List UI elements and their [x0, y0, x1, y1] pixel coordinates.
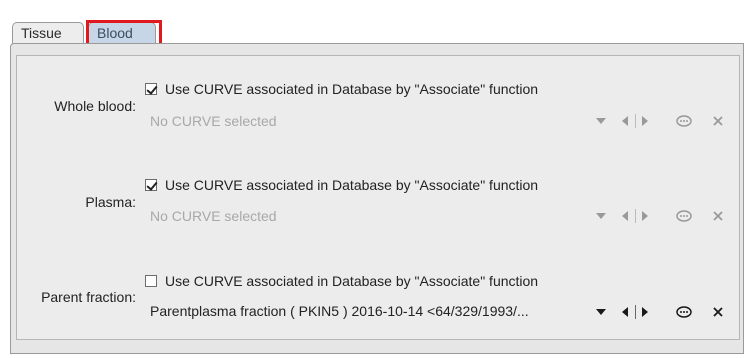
- whole-blood-associate-checkbox-row[interactable]: Use CURVE associated in Database by "Ass…: [145, 80, 538, 98]
- tab-tissue[interactable]: Tissue: [12, 22, 84, 44]
- next-icon[interactable]: [640, 303, 650, 321]
- whole-blood-curve-value: No CURVE selected: [150, 113, 277, 129]
- clear-icon[interactable]: [712, 112, 724, 130]
- whole-blood-checkbox[interactable]: [145, 83, 157, 95]
- whole-blood-label: Whole blood:: [54, 98, 136, 114]
- details-icon[interactable]: [676, 112, 692, 130]
- plasma-checkbox[interactable]: [145, 179, 157, 191]
- tab-tissue-label: Tissue: [21, 25, 62, 41]
- parent-fraction-checkbox-label: Use CURVE associated in Database by "Ass…: [165, 273, 539, 289]
- clear-icon[interactable]: [712, 303, 724, 321]
- dropdown-icon[interactable]: [594, 112, 608, 130]
- plasma-associate-checkbox-row[interactable]: Use CURVE associated in Database by "Ass…: [145, 176, 538, 194]
- dropdown-icon[interactable]: [594, 207, 608, 225]
- next-icon[interactable]: [640, 207, 650, 225]
- previous-icon[interactable]: [620, 303, 630, 321]
- nav-separator: [635, 305, 636, 319]
- next-icon[interactable]: [640, 112, 650, 130]
- nav-separator: [635, 209, 636, 223]
- plasma-curve-value: No CURVE selected: [150, 208, 277, 224]
- nav-separator: [635, 114, 636, 128]
- parent-fraction-associate-checkbox-row[interactable]: Use CURVE associated in Database by "Ass…: [145, 272, 538, 290]
- tab-blood[interactable]: Blood: [88, 22, 156, 44]
- previous-icon[interactable]: [620, 112, 630, 130]
- details-icon[interactable]: [676, 207, 692, 225]
- parent-fraction-checkbox[interactable]: [145, 275, 157, 287]
- tab-blood-label: Blood: [97, 25, 133, 41]
- clear-icon[interactable]: [712, 207, 724, 225]
- previous-icon[interactable]: [620, 207, 630, 225]
- dropdown-icon[interactable]: [594, 303, 608, 321]
- plasma-label: Plasma:: [85, 194, 136, 210]
- parent-fraction-label: Parent fraction:: [41, 289, 136, 305]
- details-icon[interactable]: [676, 303, 692, 321]
- parent-fraction-curve-value[interactable]: Parentplasma fraction ( PKIN5 ) 2016-10-…: [150, 303, 529, 319]
- plasma-checkbox-label: Use CURVE associated in Database by "Ass…: [165, 177, 539, 193]
- whole-blood-checkbox-label: Use CURVE associated in Database by "Ass…: [165, 81, 539, 97]
